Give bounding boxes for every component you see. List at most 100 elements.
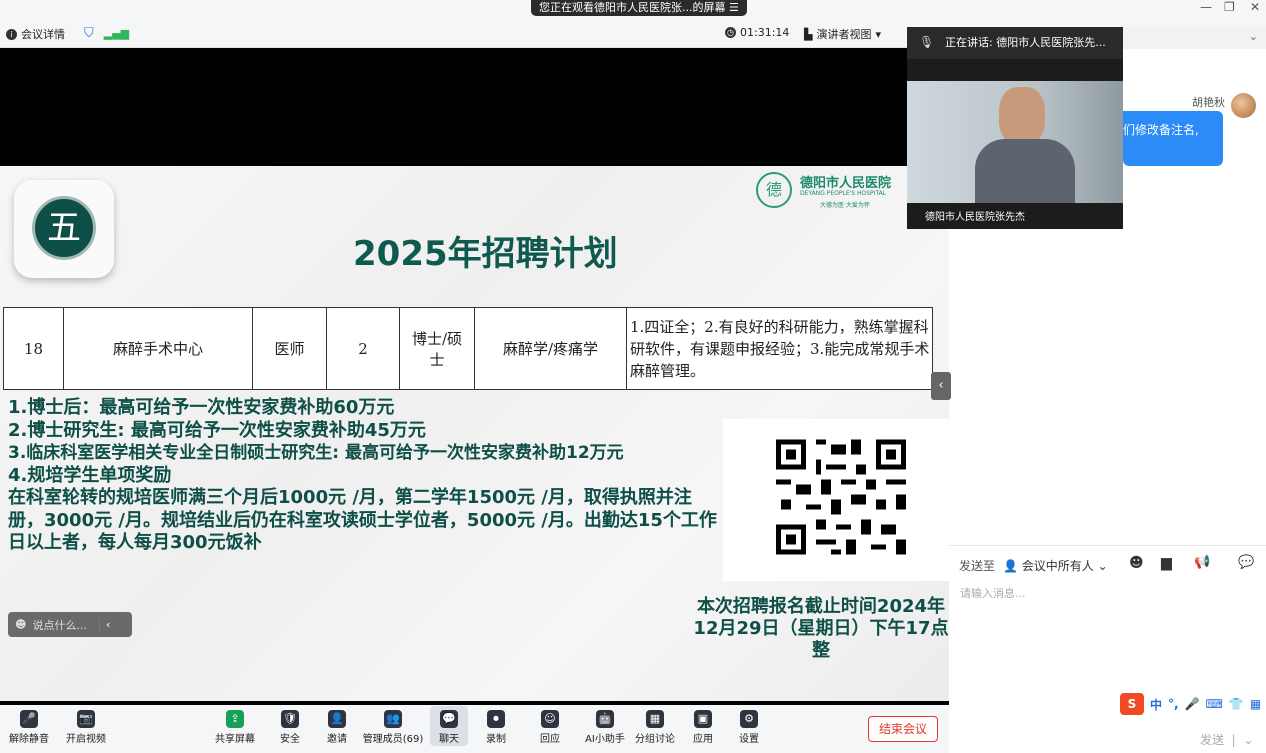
reactions-button[interactable]: ☺ 回应 bbox=[519, 706, 581, 745]
cell-count: 2 bbox=[326, 307, 400, 390]
caret-down-icon: ⌄ bbox=[1097, 559, 1108, 573]
users-icon: 👥 bbox=[384, 710, 402, 728]
job-table: 18 麻醉手术中心 医师 2 博士/硕士 麻醉学/疼痛学 1.四证全；2.有良好… bbox=[3, 307, 933, 390]
meeting-window: 您正在观看德阳市人民医院张...的屏幕 ☰ — ❐ ✕ i 会议详情 ⛉ ▂▄▆… bbox=[0, 0, 1266, 753]
qr-code-panel bbox=[723, 419, 949, 581]
collapse-panel-button[interactable]: ‹ bbox=[931, 372, 951, 400]
view-mode-dropdown[interactable]: ▙ 演讲者视图 ▾ bbox=[804, 26, 881, 42]
comment-input[interactable]: ☻ 说点什么... ‹ bbox=[8, 612, 132, 637]
reaction-icon: ☺ bbox=[541, 710, 559, 728]
unmute-button[interactable]: 🎤 解除静音 bbox=[0, 706, 60, 745]
shield-icon: ⛉ bbox=[84, 26, 94, 41]
ime-lang[interactable]: 中 bbox=[1150, 696, 1162, 713]
send-to-bar: 发送至 👤 会议中所有人 ⌄ ☻ ▆ 📢 💬 bbox=[949, 545, 1266, 583]
benefit-line: 4.规培学生单项奖励 bbox=[8, 464, 172, 486]
benefit-line: 3.临床科室医学相关专业全日制硕士研究生: 最高可给予一次性安家费补助12万元 bbox=[8, 443, 624, 463]
speaker-video[interactable]: 正在讲话: 德阳市人民医院张先... 🎙 德阳市人民医院张先杰 bbox=[907, 27, 1123, 229]
chevron-left-icon[interactable]: ‹ bbox=[106, 618, 110, 631]
security-indicator[interactable]: ⛉ ▂▄▆ bbox=[84, 26, 129, 41]
speaking-name: 德阳市人民医院张先... bbox=[996, 36, 1106, 49]
emoji-icon[interactable]: ☻ bbox=[15, 618, 26, 631]
breakout-icon: ▦ bbox=[646, 710, 664, 728]
ime-skin-icon[interactable]: 👕 bbox=[1229, 697, 1244, 711]
chevron-down-icon[interactable]: ⌄ bbox=[1249, 30, 1258, 43]
mic-off-icon: 🎤 bbox=[20, 710, 38, 728]
speaking-indicator: 正在讲话: 德阳市人民医院张先... bbox=[907, 27, 1123, 59]
video-name-tag: 德阳市人民医院张先杰 bbox=[925, 212, 1025, 223]
chat-message: 们修改备注名, bbox=[1123, 111, 1223, 166]
chat-icon: 💬 bbox=[440, 710, 458, 728]
person-body bbox=[975, 139, 1075, 203]
cell-no: 18 bbox=[3, 307, 64, 390]
ime-punct[interactable]: °, bbox=[1168, 697, 1179, 711]
message-sender: 胡艳秋 bbox=[1192, 96, 1225, 109]
section-number: 五 bbox=[32, 196, 96, 260]
chat-button[interactable]: 💬 聊天 bbox=[430, 706, 468, 746]
minimize-button[interactable]: — bbox=[1200, 0, 1212, 14]
send-to-target: 会议中所有人 bbox=[1021, 559, 1094, 573]
logo-emblem: 德 bbox=[756, 172, 792, 208]
benefit-line: 2.博士研究生: 最高可给予一次性安家费补助45万元 bbox=[8, 419, 426, 441]
slide-title: 2025年招聘计划 bbox=[353, 234, 618, 274]
deadline-text: 本次招聘报名截止时间2024年 12月29日（星期日）下午17点整 bbox=[693, 596, 949, 661]
cell-position: 医师 bbox=[252, 307, 327, 390]
close-button[interactable]: ✕ bbox=[1250, 0, 1260, 14]
ime-keyboard-icon[interactable]: ⌨ bbox=[1206, 697, 1223, 711]
cell-major: 麻醉学/疼痛学 bbox=[474, 307, 627, 390]
comment-placeholder: 说点什么... bbox=[32, 618, 87, 632]
chat-input[interactable]: 请输入消息... bbox=[960, 585, 1026, 601]
add-user-icon: 👤 bbox=[328, 710, 346, 728]
folder-icon[interactable]: ▆ bbox=[1161, 555, 1172, 571]
cell-dept: 麻醉手术中心 bbox=[63, 307, 253, 390]
logo-motto: 大德为医·大爱为怀 bbox=[820, 202, 870, 209]
share-screen-button[interactable]: ⇪ 共享屏幕 bbox=[204, 706, 266, 745]
cell-requirements: 1.四证全；2.有良好的科研能力，熟练掌握科研软件，有课题申报经验；3.能完成常… bbox=[626, 307, 933, 390]
send-to-label: 发送至 bbox=[959, 559, 996, 573]
megaphone-icon[interactable]: 📢 bbox=[1194, 555, 1210, 570]
chat-header: ⌄ bbox=[1123, 27, 1266, 49]
meeting-info-button[interactable]: i 会议详情 bbox=[6, 26, 65, 42]
benefits-text: 1.博士后：最高可给予一次性安家费补助60万元 2.博士研究生: 最高可给予一次… bbox=[8, 397, 718, 555]
manage-members-button[interactable]: 👥 管理成员(69) bbox=[356, 706, 430, 745]
chat-settings-icon[interactable]: 💬 bbox=[1238, 555, 1254, 570]
end-meeting-button[interactable]: 结束会议 bbox=[868, 716, 938, 742]
ime-voice-icon[interactable]: 🎤 bbox=[1185, 697, 1200, 711]
qr-code-icon bbox=[776, 439, 906, 555]
start-video-button[interactable]: 📷 开启视频 bbox=[55, 706, 117, 745]
slide: 五 德 德阳市人民医院 DEYANG PEOPLE'S HOSPITAL 大德为… bbox=[0, 166, 949, 701]
sogou-icon: S bbox=[1120, 693, 1144, 715]
info-icon: i bbox=[6, 28, 17, 40]
section-badge: 五 bbox=[14, 180, 114, 278]
mic-off-icon: 🎙 bbox=[919, 35, 935, 49]
meeting-timer: ◷ 01:31:14 bbox=[725, 26, 789, 39]
restore-button[interactable]: ❐ bbox=[1224, 0, 1235, 14]
share-banner[interactable]: 您正在观看德阳市人民医院张...的屏幕 ☰ bbox=[531, 0, 747, 16]
record-icon: ⏺ bbox=[487, 710, 505, 728]
send-button[interactable]: 发送 | ⌄ bbox=[1200, 731, 1253, 748]
camera-off-icon: 📷 bbox=[77, 710, 95, 728]
avatar[interactable] bbox=[1231, 93, 1256, 118]
emoji-icon[interactable]: ☻ bbox=[1129, 555, 1144, 571]
benefit-line: 1.博士后：最高可给予一次性安家费补助60万元 bbox=[8, 397, 395, 418]
view-mode-label: 演讲者视图 bbox=[816, 28, 872, 41]
apps-icon: ▣ bbox=[694, 710, 712, 728]
video-frame bbox=[907, 81, 1123, 203]
person-icon: 👤 bbox=[1003, 559, 1018, 573]
benefit-detail: 在科室轮转的规培医师满三个月后1000元 /月，第二学年1500元 /月，取得执… bbox=[8, 487, 717, 553]
cell-degree: 博士/硕士 bbox=[399, 307, 475, 390]
logo-english: DEYANG PEOPLE'S HOSPITAL bbox=[800, 190, 887, 197]
speaking-label: 正在讲话: bbox=[945, 36, 993, 49]
shared-screen: 五 德 德阳市人民医院 DEYANG PEOPLE'S HOSPITAL 大德为… bbox=[0, 48, 949, 705]
shield-icon: 🛡 bbox=[281, 710, 299, 728]
settings-button[interactable]: ⚙ 设置 bbox=[718, 706, 780, 745]
record-button[interactable]: ⏺ 录制 bbox=[465, 706, 527, 745]
send-to-dropdown[interactable]: 👤 会议中所有人 ⌄ bbox=[1003, 557, 1108, 574]
clock-icon: ◷ bbox=[725, 27, 736, 38]
table-row: 18 麻醉手术中心 医师 2 博士/硕士 麻醉学/疼痛学 1.四证全；2.有良好… bbox=[3, 307, 933, 390]
hospital-logo: 德 德阳市人民医院 DEYANG PEOPLE'S HOSPITAL 大德为医·… bbox=[756, 170, 906, 210]
timer-label: 01:31:14 bbox=[740, 26, 790, 39]
ime-menu-icon[interactable]: ▦ bbox=[1250, 697, 1261, 711]
ime-toolbar[interactable]: S 中 °, 🎤 ⌨ 👕 ▦ bbox=[1120, 692, 1266, 716]
meeting-info-label: 会议详情 bbox=[21, 28, 65, 41]
share-screen-icon: ⇪ bbox=[226, 710, 244, 728]
